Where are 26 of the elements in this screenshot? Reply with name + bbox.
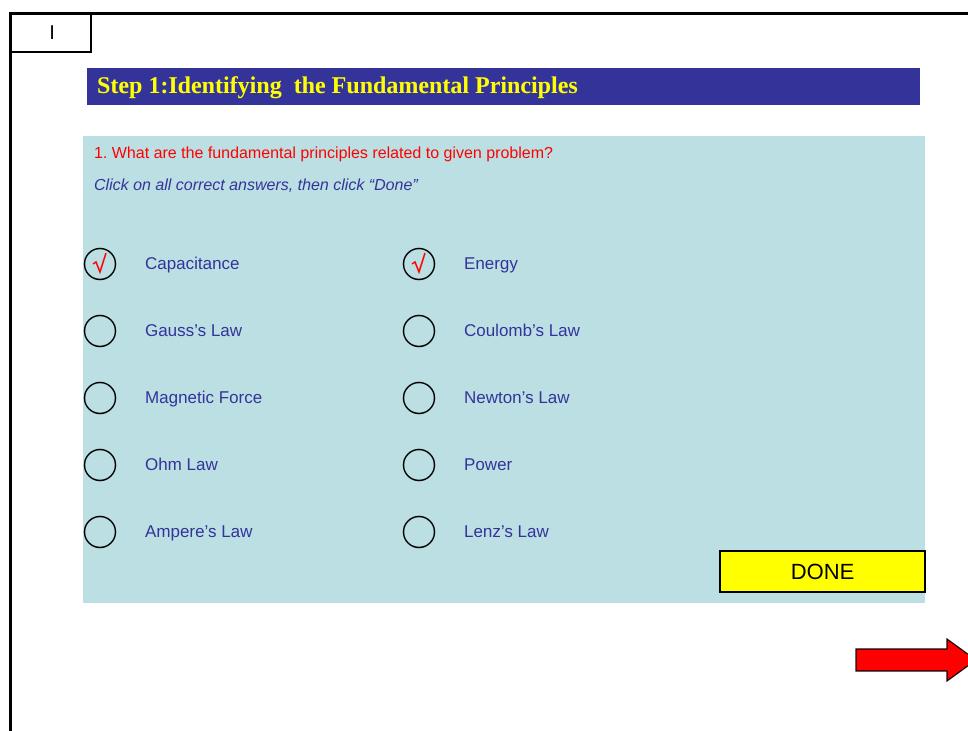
step-title: Step 1:Identifying the Fundamental Principles <box>87 68 920 105</box>
checked-checkbox[interactable] <box>83 246 117 280</box>
answer-label: Ohm Law <box>145 454 218 474</box>
checked-checkbox[interactable] <box>402 246 436 280</box>
checkbox[interactable] <box>402 314 436 348</box>
instruction-text: Click on all correct answers, then click “Done” <box>94 176 420 196</box>
checkbox[interactable] <box>402 380 436 414</box>
answer-label: Power <box>464 454 512 474</box>
answer-label: Magnetic Force <box>145 388 262 408</box>
next-arrow-icon[interactable] <box>855 638 968 682</box>
checkbox[interactable] <box>83 314 117 348</box>
done-button[interactable]: DONE <box>719 550 926 593</box>
checkbox[interactable] <box>83 514 117 548</box>
checkbox[interactable] <box>402 514 436 548</box>
answer-label: Capacitance <box>145 254 240 274</box>
checkbox[interactable] <box>83 448 117 482</box>
answer-label: Lenz’s Law <box>464 522 549 542</box>
tab[interactable]: I <box>12 15 92 53</box>
question-text: 1. What are the fundamental principles related to given problem? <box>94 144 554 164</box>
answer-label: Coulomb’s Law <box>464 320 580 340</box>
answer-label: Energy <box>464 254 518 274</box>
checkbox[interactable] <box>83 380 117 414</box>
checkbox[interactable] <box>402 448 436 482</box>
answer-label: Newton’s Law <box>464 388 570 408</box>
answer-label: Gauss’s Law <box>145 320 242 340</box>
answer-label: Ampere’s Law <box>145 522 252 542</box>
